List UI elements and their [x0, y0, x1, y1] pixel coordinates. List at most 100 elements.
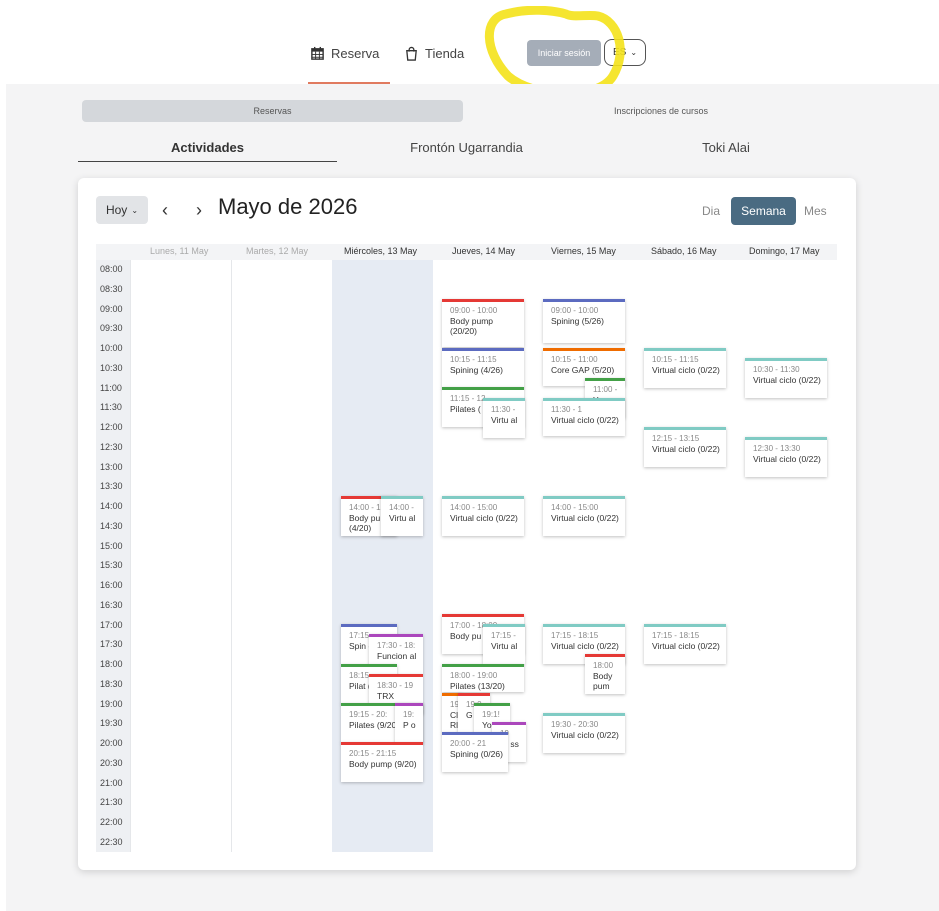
prev-week-button[interactable]: ‹: [162, 196, 168, 224]
time-label: 08:00: [100, 264, 123, 274]
time-label: 18:00: [100, 659, 123, 669]
day-column-monday: [130, 260, 232, 852]
event-name: Virtual ciclo (0/22): [551, 415, 619, 425]
chevron-down-icon: ⌄: [630, 48, 638, 57]
event-card[interactable]: 10:30 - 11:30 Virtual ciclo (0/22): [745, 358, 827, 398]
time-label: 21:30: [100, 797, 123, 808]
time-label: 22:30: [100, 836, 123, 847]
event-name: Body pum: [593, 671, 613, 691]
view-week-button[interactable]: Semana: [731, 197, 796, 225]
event-card[interactable]: 11:30 - 1 Virtual ciclo (0/22): [543, 398, 625, 436]
view-month-button[interactable]: Mes: [804, 204, 827, 218]
nav-tienda-link[interactable]: Tienda: [404, 46, 464, 61]
event-time: 12:15 - 13:15: [652, 434, 700, 443]
event-card[interactable]: 10:15 - 11:15 Virtual ciclo (0/22): [644, 348, 726, 388]
event-time: 20:00 - 21: [450, 739, 487, 748]
time-label: 20:00: [100, 738, 123, 748]
time-label: 19:00: [100, 698, 123, 709]
time-label: 16:00: [100, 580, 123, 590]
event-time: 11:30 -: [491, 405, 516, 414]
today-button[interactable]: Hoy ⌄: [96, 196, 148, 224]
view-day-button[interactable]: Dia: [702, 204, 720, 218]
event-name: Virtual ciclo (0/22): [551, 513, 619, 523]
day-header-sunday: Domingo, 17 May: [749, 246, 820, 256]
event-name: Pilates (13/20): [450, 681, 505, 691]
event-card[interactable]: 14:00 - 15:00 Virtual ciclo (0/22): [543, 496, 625, 536]
event-time: 19:1!: [482, 710, 500, 719]
time-label: 15:30: [100, 560, 123, 571]
event-card[interactable]: 09:00 - 10:00 Spining (5/26): [543, 299, 625, 343]
event-card[interactable]: 12:30 - 13:30 Virtual ciclo (0/22): [745, 437, 827, 477]
time-label: 14:30: [100, 520, 123, 531]
event-card[interactable]: 17:15 - 18:15 Virtual ciclo (0/22): [644, 624, 726, 664]
event-name: Virtual ciclo (0/22): [450, 513, 518, 523]
event-name: Virtual ciclo (0/22): [753, 375, 821, 385]
calendar-icon: [311, 46, 324, 60]
event-card[interactable]: 20:15 - 21:15 Body pump (9/20): [341, 742, 423, 782]
day-header-friday: Viernes, 15 May: [551, 246, 616, 256]
time-label: 14:00: [100, 501, 123, 511]
event-time: 19:30 - 20:30: [551, 720, 599, 729]
time-label: 17:00: [100, 619, 123, 630]
event-name: Virtual ciclo (0/22): [652, 641, 720, 651]
chevron-down-icon: ⌄: [131, 205, 139, 215]
event-card[interactable]: 18:00 Body pum: [585, 654, 625, 694]
event-card[interactable]: 10:15 - 11:15 Spining (4/26): [442, 348, 524, 388]
event-card[interactable]: 20:00 - 21 Spining (0/26): [442, 732, 508, 772]
language-select[interactable]: ES ⌄: [604, 39, 646, 66]
nav-reserva-link[interactable]: Reserva: [310, 46, 379, 61]
event-time: 12:30 - 13:30: [753, 444, 801, 453]
event-card[interactable]: 17:15 - Virtu al: [483, 624, 525, 664]
time-label: 13:00: [100, 461, 123, 472]
event-time: 18:00 - 19:00: [450, 671, 498, 680]
day-header-thursday: Jueves, 14 May: [452, 246, 516, 256]
time-label: 13:30: [100, 481, 123, 492]
event-name: Core GAP (5/20): [551, 365, 615, 375]
segment-inscripciones[interactable]: Inscripciones de cursos: [476, 100, 846, 122]
event-card[interactable]: 19: P o: [395, 703, 423, 743]
segment-reservas[interactable]: Reservas: [82, 100, 463, 122]
event-name: Spining (0/26): [450, 749, 503, 759]
event-name: Body pump (20/20): [450, 316, 493, 336]
event-card[interactable]: 12:15 - 13:15 Virtual ciclo (0/22): [644, 427, 726, 467]
event-time: 18:00: [593, 661, 614, 670]
event-card[interactable]: 09:00 - 10:00 Body pump (20/20): [442, 299, 524, 347]
tab-actividades[interactable]: Actividades: [78, 132, 337, 162]
top-navbar: Reserva Tienda Iniciar sesión ES ⌄: [0, 0, 939, 99]
time-label: 19:30: [100, 718, 123, 729]
event-name: Virtual ciclo (0/22): [551, 641, 619, 651]
tab-toki-alai[interactable]: Toki Alai: [596, 132, 856, 162]
event-card[interactable]: 14:00 - Virtu al: [381, 496, 423, 536]
next-week-button[interactable]: ›: [196, 196, 202, 224]
language-value: ES: [612, 47, 627, 58]
login-button[interactable]: Iniciar sesión: [527, 40, 601, 66]
nav-tienda-label: Tienda: [425, 46, 465, 61]
event-time: 17:15 - 18:15: [551, 631, 599, 640]
event-time: 14:00 -: [389, 503, 414, 512]
tab-active-indicator: [78, 161, 337, 162]
event-card[interactable]: 18:00 - 19:00 Pilates (13/20): [442, 664, 524, 692]
time-label: 21:00: [100, 777, 123, 788]
event-time: 17:30 - 18:: [377, 641, 416, 650]
event-time: 10:15 - 11:15: [652, 355, 699, 364]
time-label: 22:00: [100, 817, 123, 827]
tab-fronton-ugarrandia[interactable]: Frontón Ugarrandia: [337, 132, 596, 162]
event-time: 18:30 - 19: [377, 681, 414, 690]
day-header-saturday: Sábado, 16 May: [651, 246, 717, 256]
event-time: 09:00 - 10:00: [551, 306, 599, 315]
day-header-monday: Lunes, 11 May: [150, 246, 209, 256]
event-card[interactable]: 14:00 - 15:00 Virtual ciclo (0/22): [442, 496, 524, 536]
event-name: Funcion al: [377, 651, 417, 661]
time-label: 10:00: [100, 343, 123, 353]
event-name: Virtual ciclo (0/22): [753, 454, 821, 464]
event-card[interactable]: 11:30 - Virtu al: [483, 398, 525, 438]
event-time: 19:: [403, 710, 415, 719]
day-column-tuesday: [231, 260, 333, 852]
event-name: Virtual ciclo (0/22): [652, 444, 720, 454]
event-time: 09:00 - 10:00: [450, 306, 498, 315]
event-time: 11:30 - 1: [551, 405, 582, 414]
event-name: Virtu al: [389, 513, 416, 523]
event-card[interactable]: 19:30 - 20:30 Virtual ciclo (0/22): [543, 713, 625, 753]
event-name: P o: [403, 720, 416, 730]
event-time: 17:15 - 18:15: [652, 631, 700, 640]
